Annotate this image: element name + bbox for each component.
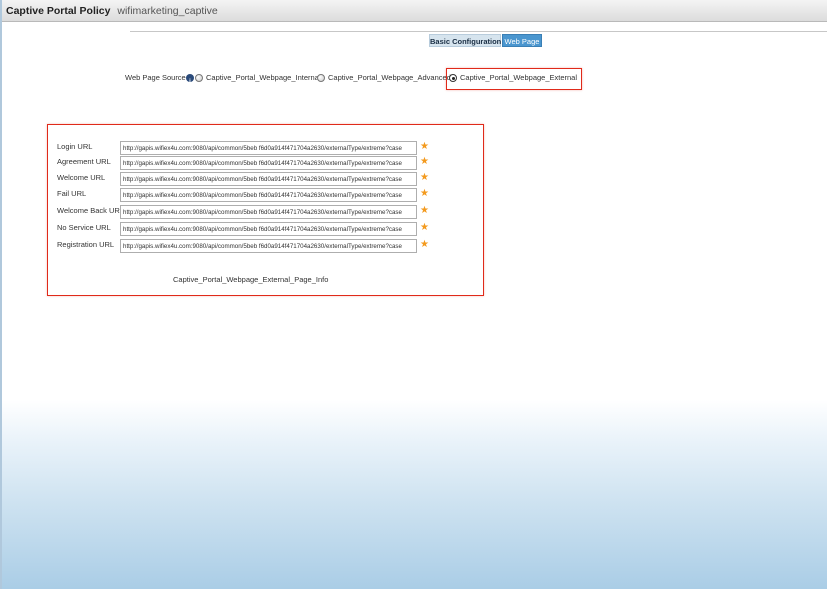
url-row-welcome-back: Welcome Back URL ★ <box>48 205 483 220</box>
external-option-highlight <box>446 68 582 90</box>
info-icon[interactable]: i <box>186 74 194 85</box>
no-service-url-input[interactable] <box>120 222 417 236</box>
required-star-icon: ★ <box>420 172 429 183</box>
agreement-url-label: Agreement URL <box>57 157 111 166</box>
required-star-icon: ★ <box>420 141 429 152</box>
option-advanced-label: Captive_Portal_Webpage_Advanced <box>328 73 451 82</box>
option-internal-label: Captive_Portal_Webpage_Internal <box>206 73 321 82</box>
required-star-icon: ★ <box>420 156 429 167</box>
registration-url-label: Registration URL <box>57 240 115 249</box>
required-star-icon: ★ <box>420 205 429 216</box>
captive-portal-window: Captive Portal Policy wifimarketing_capt… <box>0 0 827 589</box>
login-url-label: Login URL <box>57 142 93 151</box>
welcome-url-input[interactable] <box>120 172 417 186</box>
login-url-input[interactable] <box>120 141 417 155</box>
window-title: Captive Portal Policy <box>6 5 111 17</box>
divider <box>130 31 827 32</box>
url-row-login: Login URL ★ <box>48 141 483 156</box>
welcome-back-url-input[interactable] <box>120 205 417 219</box>
welcome-url-label: Welcome URL <box>57 173 106 182</box>
welcome-back-url-label: Welcome Back URL <box>57 206 124 215</box>
required-star-icon: ★ <box>420 239 429 250</box>
agreement-url-input[interactable] <box>120 156 417 170</box>
url-row-fail: Fail URL ★ <box>48 188 483 203</box>
policy-name: wifimarketing_captive <box>117 5 218 17</box>
external-page-info-link[interactable]: Captive_Portal_Webpage_External_Page_Inf… <box>173 275 328 284</box>
required-star-icon: ★ <box>420 188 429 199</box>
radio-advanced[interactable] <box>317 74 325 82</box>
web-page-source-label: Web Page Source <box>125 73 186 82</box>
fail-url-label: Fail URL <box>57 189 87 198</box>
url-row-agreement: Agreement URL ★ <box>48 156 483 171</box>
fail-url-input[interactable] <box>120 188 417 202</box>
url-row-welcome: Welcome URL ★ <box>48 172 483 187</box>
tab-web-page[interactable]: Web Page <box>502 34 542 47</box>
url-row-registration: Registration URL ★ <box>48 239 483 254</box>
required-star-icon: ★ <box>420 222 429 233</box>
radio-internal[interactable] <box>195 74 203 82</box>
url-row-no-service: No Service URL ★ <box>48 222 483 237</box>
registration-url-input[interactable] <box>120 239 417 253</box>
tab-basic-configuration[interactable]: Basic Configuration <box>429 34 501 47</box>
no-service-url-label: No Service URL <box>57 223 111 232</box>
external-url-panel: Login URL ★ Agreement URL ★ Welcome URL … <box>47 124 484 296</box>
title-bar: Captive Portal Policy wifimarketing_capt… <box>2 0 827 22</box>
